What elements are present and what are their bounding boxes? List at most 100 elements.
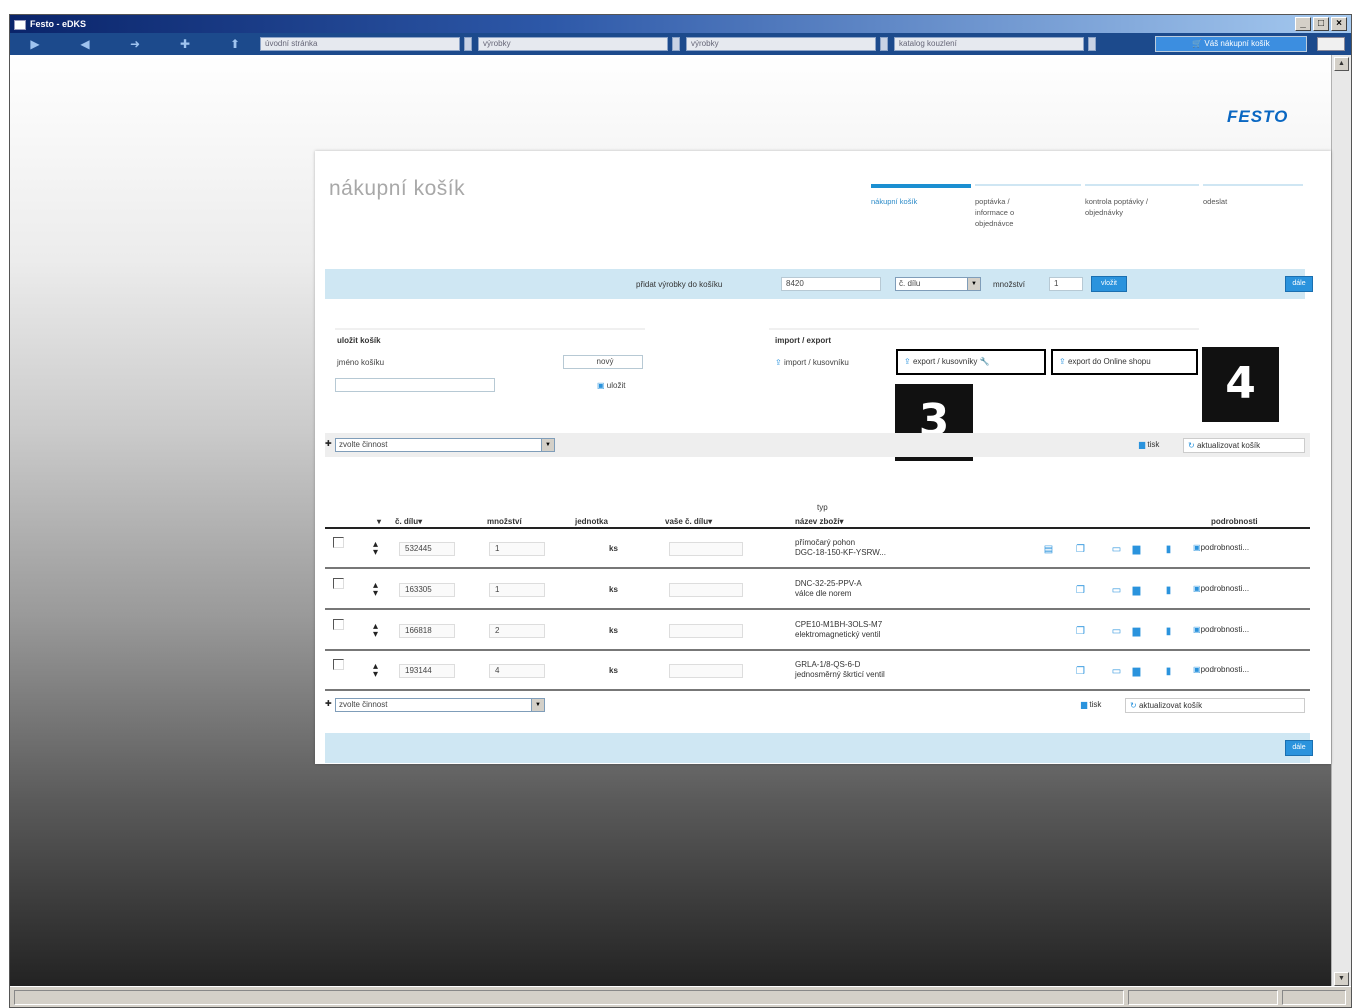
- print-row-icon[interactable]: ▆: [1131, 666, 1142, 677]
- column-your-part-no[interactable]: vaše č. dílu▾: [665, 517, 712, 526]
- info-icon: ▣: [1193, 625, 1201, 634]
- export-parts-list-button[interactable]: ⇪ export / kusovníky 🔧: [896, 349, 1046, 375]
- page-title: nákupní košík: [329, 177, 466, 200]
- action-select-value: zvolte činnost: [339, 700, 388, 709]
- update-cart-button-top[interactable]: ↻ aktualizovat košík: [1183, 438, 1305, 453]
- your-part-number-cell[interactable]: [669, 624, 743, 638]
- reorder-icon[interactable]: ▴ ▾: [373, 622, 378, 640]
- part-number-cell[interactable]: 193144: [399, 664, 455, 678]
- quantity-cell[interactable]: 2: [489, 624, 545, 638]
- your-part-number-cell[interactable]: [669, 583, 743, 597]
- action-select-bottom[interactable]: zvolte činnost ▼: [335, 698, 545, 712]
- next-button-top[interactable]: dále: [1285, 276, 1313, 292]
- export-online-shop-button[interactable]: ⇪ export do Online shopu: [1051, 349, 1198, 375]
- details-link[interactable]: ▣podrobnosti...: [1193, 584, 1249, 593]
- details-link[interactable]: ▣podrobnosti...: [1193, 665, 1249, 674]
- scroll-up-icon[interactable]: ▲: [1334, 57, 1349, 71]
- column-name[interactable]: název zboží▾: [795, 517, 843, 526]
- plus-icon[interactable]: ✚: [160, 37, 210, 51]
- toolbar: ▶ ◀ ➜ ✚ ⬆ úvodní stránka výrobky výrobky…: [10, 33, 1351, 55]
- save-label: uložit: [606, 381, 626, 390]
- quantity-cell[interactable]: 4: [489, 664, 545, 678]
- save-cart-button[interactable]: ▣ uložit: [597, 381, 625, 390]
- copy-icon[interactable]: ❐: [1075, 666, 1086, 677]
- import-link[interactable]: ⇪ import / kusovníku: [775, 358, 849, 367]
- print-button-bottom[interactable]: ▆ tisk: [1077, 698, 1105, 713]
- minimize-button[interactable]: _: [1295, 17, 1311, 31]
- print-row-icon[interactable]: ▆: [1131, 544, 1142, 555]
- search-type-select[interactable]: č. dílu ▼: [895, 277, 981, 291]
- print-button-top[interactable]: ▆ tisk: [1135, 438, 1163, 453]
- step-cart[interactable]: nákupní košík: [871, 184, 971, 207]
- festo-logo: FESTO: [1227, 107, 1289, 126]
- details-link[interactable]: ▣podrobnosti...: [1193, 543, 1249, 552]
- comment-icon[interactable]: ▭: [1111, 585, 1122, 596]
- action-select-top[interactable]: zvolte činnost ▼: [335, 438, 555, 452]
- step-review[interactable]: kontrola poptávky / objednávky: [1085, 184, 1199, 218]
- delete-icon[interactable]: ▮: [1163, 666, 1174, 677]
- back-icon[interactable]: ◀: [60, 37, 110, 51]
- toolbar-separator: [464, 37, 472, 51]
- part-number-cell[interactable]: 532445: [399, 542, 455, 556]
- delete-icon[interactable]: ▮: [1163, 585, 1174, 596]
- status-cell: [1282, 990, 1346, 1005]
- close-button[interactable]: ×: [1331, 17, 1347, 31]
- column-sort-icon[interactable]: ▾: [377, 517, 381, 526]
- play-icon[interactable]: ▶: [10, 37, 60, 51]
- your-part-number-cell[interactable]: [669, 664, 743, 678]
- comment-icon[interactable]: ▭: [1111, 666, 1122, 677]
- quantity-input[interactable]: 1: [1049, 277, 1083, 291]
- row-checkbox[interactable]: [333, 619, 344, 630]
- row-checkbox[interactable]: [333, 578, 344, 589]
- part-number-cell[interactable]: 166818: [399, 624, 455, 638]
- reorder-icon[interactable]: ▴ ▾: [373, 662, 378, 680]
- quantity-cell[interactable]: 1: [489, 542, 545, 556]
- update-cart-button-bottom[interactable]: ↻ aktualizovat košík: [1125, 698, 1305, 713]
- insert-button[interactable]: vložit: [1091, 276, 1127, 292]
- products-field-2[interactable]: výrobky: [686, 37, 876, 51]
- products-field[interactable]: výrobky: [478, 37, 668, 51]
- unit-cell: ks: [609, 544, 618, 553]
- info-icon: ▣: [1193, 584, 1201, 593]
- home-field[interactable]: úvodní stránka: [260, 37, 460, 51]
- reorder-icon[interactable]: ▴ ▾: [373, 540, 378, 558]
- step-send[interactable]: odeslat: [1203, 184, 1303, 207]
- arrow-icon: ✚: [325, 439, 332, 448]
- row-checkbox[interactable]: [333, 537, 344, 548]
- column-type: typ: [817, 503, 828, 512]
- vertical-scrollbar[interactable]: ▲ ▼: [1331, 55, 1351, 988]
- import-icon: ⇪: [775, 358, 784, 367]
- product-type: přímočarý pohon: [795, 538, 856, 547]
- scroll-down-icon[interactable]: ▼: [1334, 972, 1349, 986]
- copy-icon[interactable]: ❐: [1075, 626, 1086, 637]
- part-number-cell[interactable]: 163305: [399, 583, 455, 597]
- new-cart-button[interactable]: nový: [563, 355, 643, 369]
- print-row-icon[interactable]: ▆: [1131, 626, 1142, 637]
- part-number-input[interactable]: 8420: [781, 277, 881, 291]
- delete-icon[interactable]: ▮: [1163, 626, 1174, 637]
- next-button-bottom[interactable]: dále: [1285, 740, 1313, 756]
- comment-icon[interactable]: ▭: [1111, 544, 1122, 555]
- cart-name-input[interactable]: [335, 378, 495, 392]
- cart-button[interactable]: 🛒 Váš nákupní košík: [1155, 36, 1307, 52]
- print-row-icon[interactable]: ▆: [1131, 585, 1142, 596]
- forward-icon[interactable]: ➜: [110, 37, 160, 51]
- catalog-field[interactable]: katalog kouzlení: [894, 37, 1084, 51]
- details-link[interactable]: ▣podrobnosti...: [1193, 625, 1249, 634]
- toolbar-field-small[interactable]: [1317, 37, 1345, 51]
- maximize-button[interactable]: □: [1313, 17, 1329, 31]
- document-icon[interactable]: ▤: [1043, 544, 1054, 555]
- quantity-cell[interactable]: 1: [489, 583, 545, 597]
- your-part-number-cell[interactable]: [669, 542, 743, 556]
- section-line: [335, 328, 645, 330]
- row-checkbox[interactable]: [333, 659, 344, 670]
- comment-icon[interactable]: ▭: [1111, 626, 1122, 637]
- column-part-no[interactable]: č. dílu▾: [395, 517, 422, 526]
- copy-icon[interactable]: ❐: [1075, 544, 1086, 555]
- up-icon[interactable]: ⬆: [210, 37, 260, 51]
- details-label: podrobnosti...: [1200, 543, 1250, 552]
- delete-icon[interactable]: ▮: [1163, 544, 1174, 555]
- step-inquiry[interactable]: poptávka / informace o objednávce: [975, 184, 1081, 229]
- reorder-icon[interactable]: ▴ ▾: [373, 581, 378, 599]
- copy-icon[interactable]: ❐: [1075, 585, 1086, 596]
